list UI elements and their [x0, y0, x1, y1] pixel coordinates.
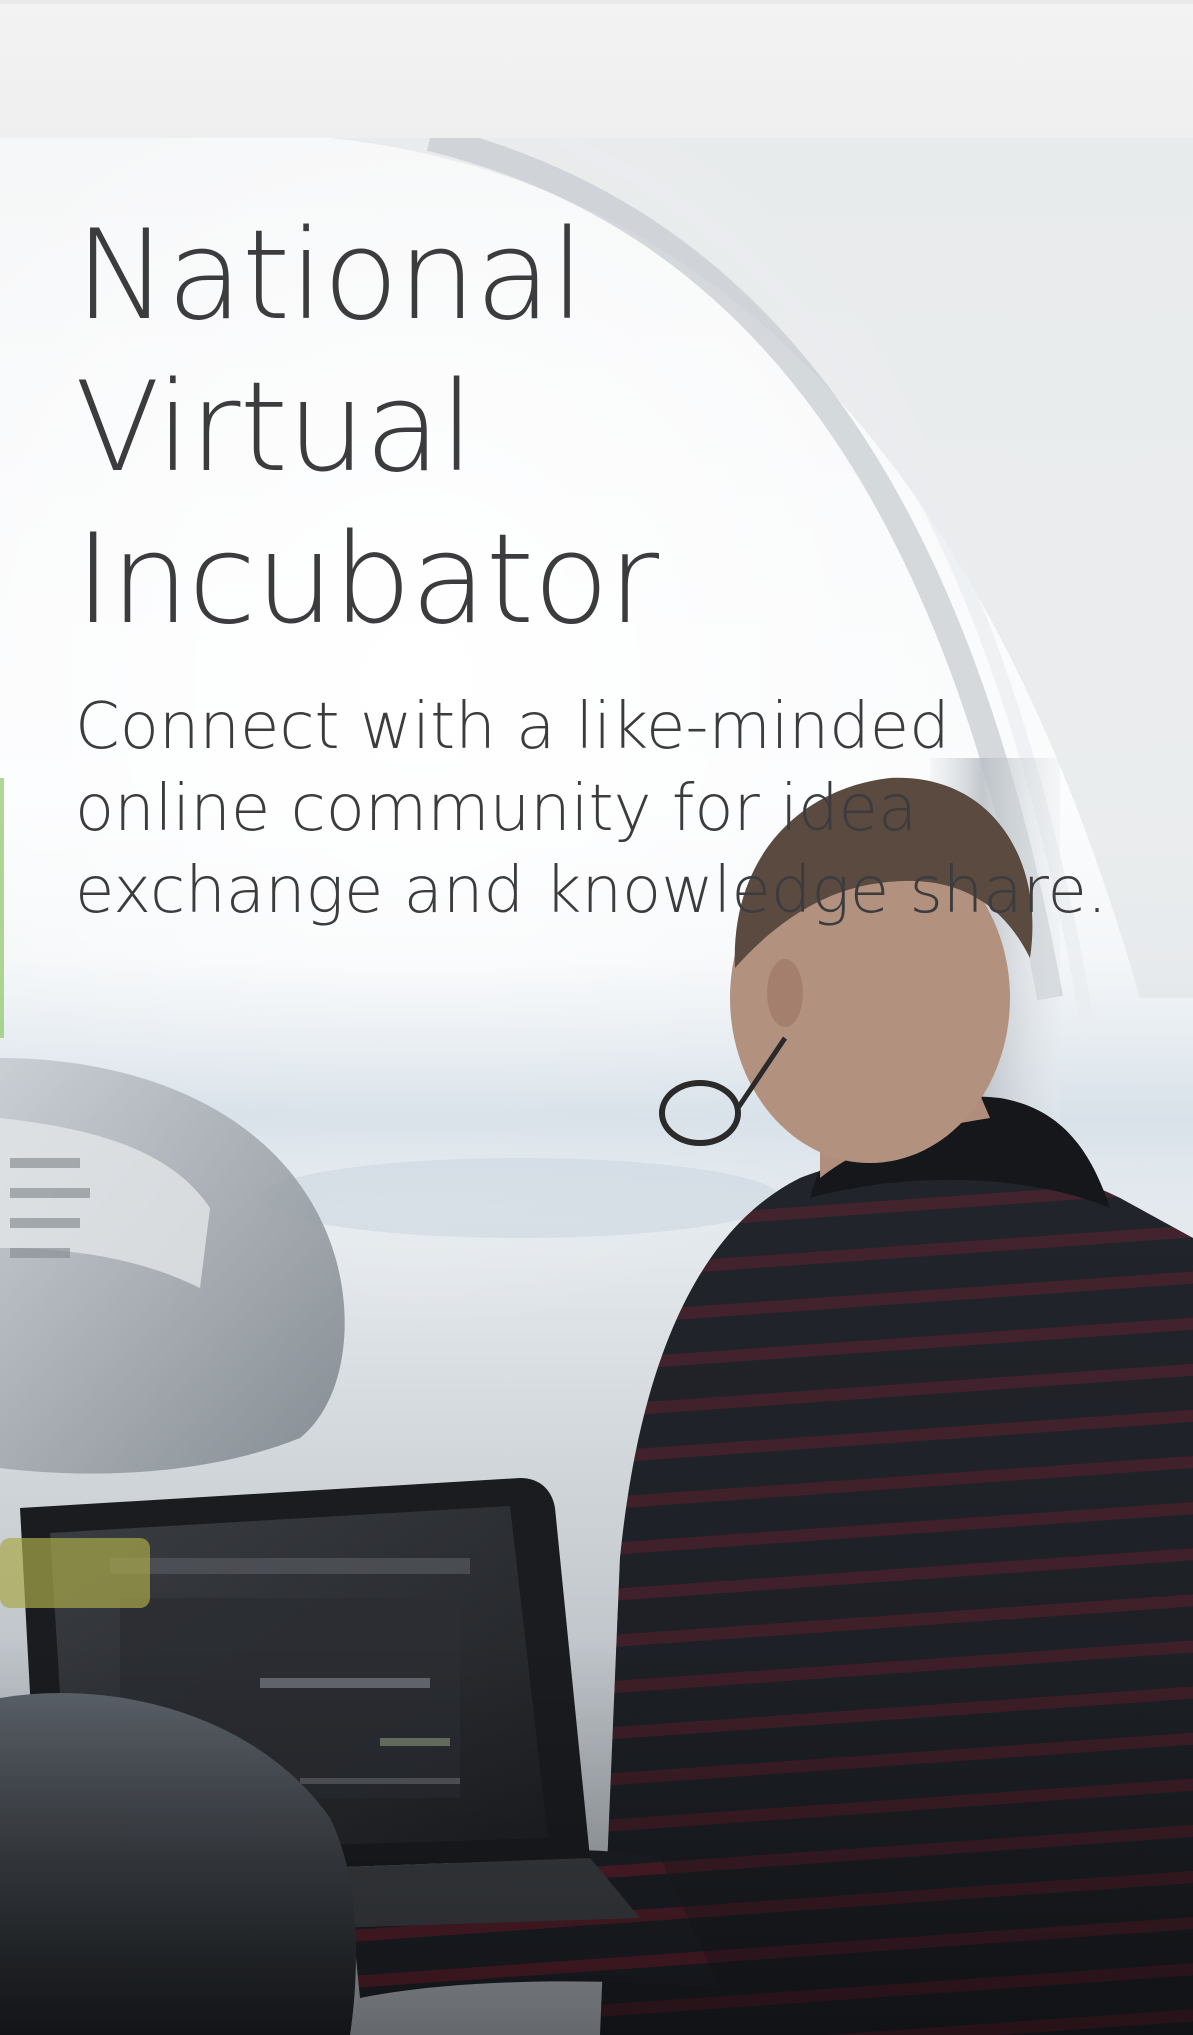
hero-subtitle: Connect with a like-minded online commun…: [75, 690, 1108, 928]
hero-banner: National Virtual Incubator Connect with …: [0, 138, 1193, 2035]
page: National Virtual Incubator Connect with …: [0, 0, 1193, 2035]
hero-text-block: National Virtual Incubator Connect with …: [75, 200, 1155, 932]
hero-title: National Virtual Incubator: [75, 204, 659, 652]
top-bar: [0, 0, 1193, 138]
